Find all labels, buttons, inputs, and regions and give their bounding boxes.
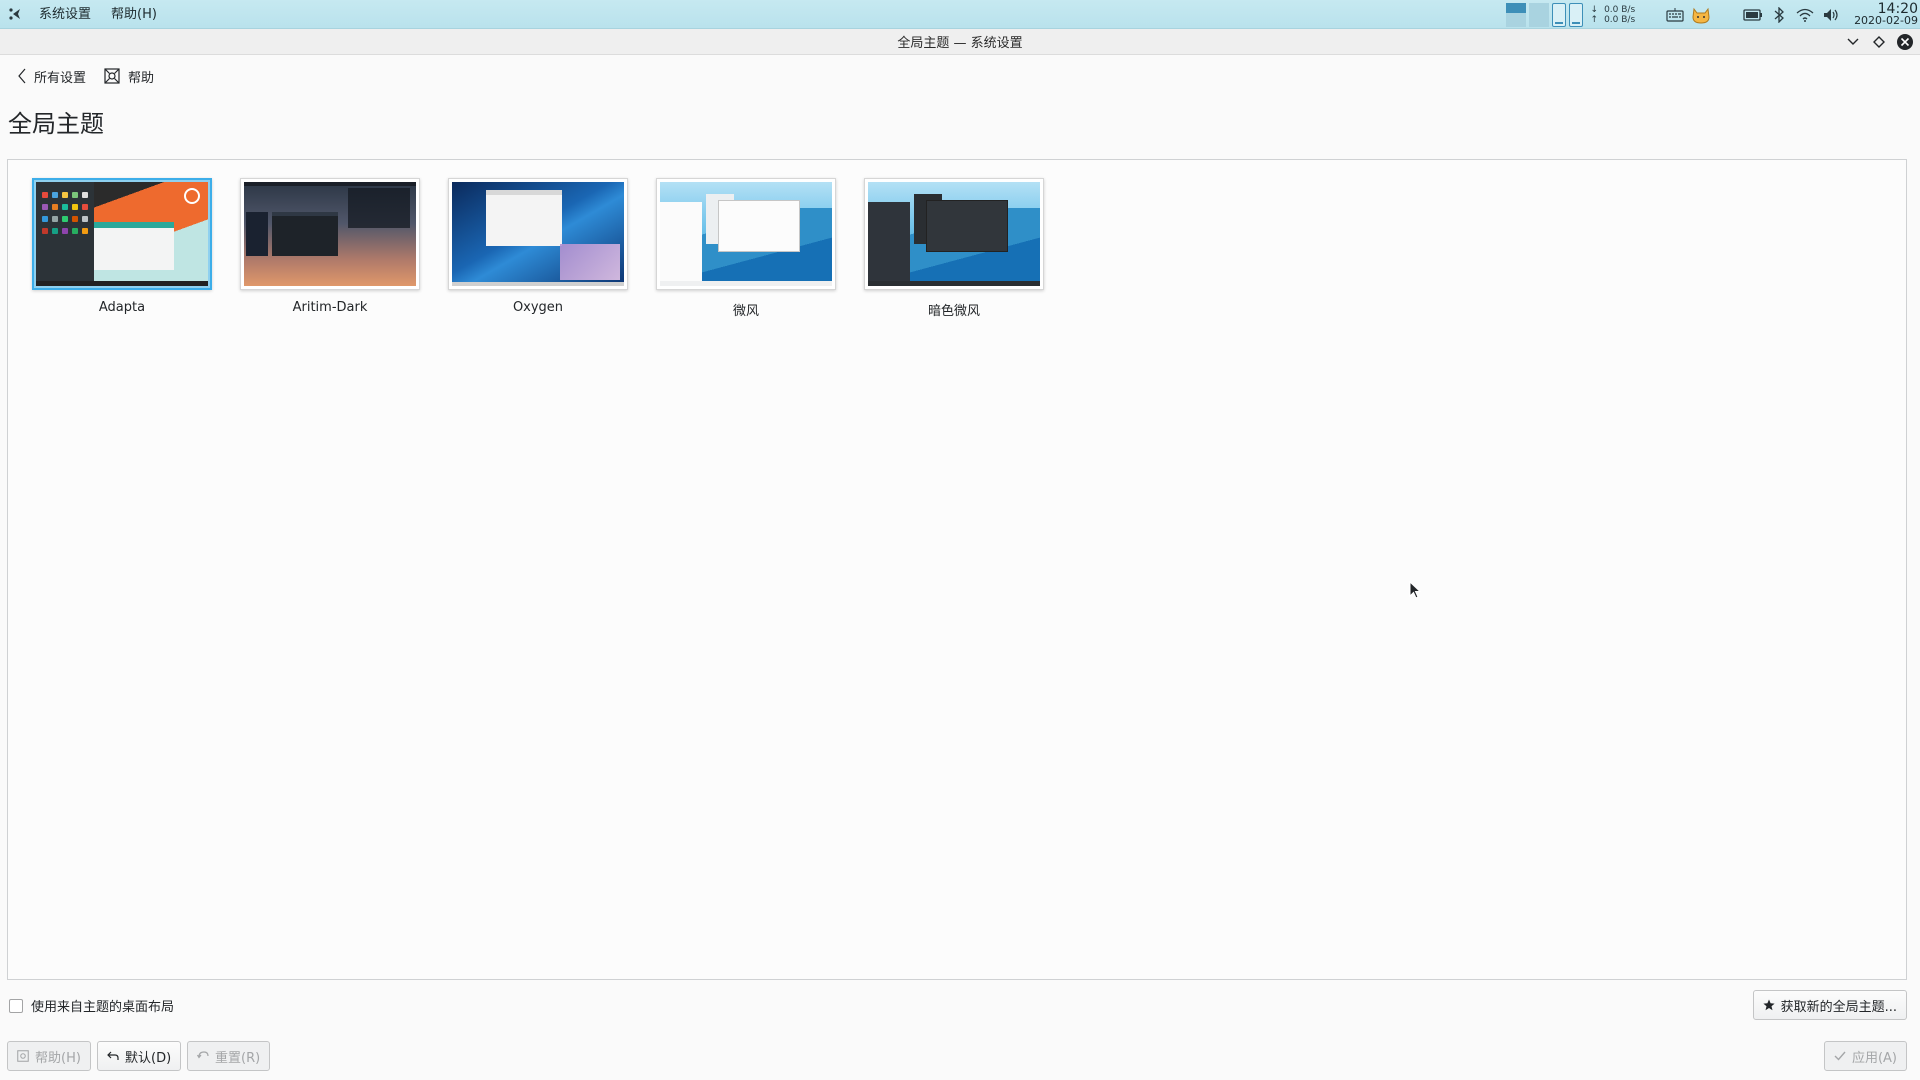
theme-tile-breeze-dark[interactable]: 暗色微风 [864,178,1044,319]
virtual-desktop-pager[interactable] [1505,2,1583,27]
help-lifebuoy-icon [104,68,120,84]
star-icon [1762,999,1775,1011]
mouse-cursor-icon [1409,580,1422,603]
window-titlebar[interactable]: 全局主题 — 系统设置 [0,29,1920,55]
maximize-button[interactable] [1870,33,1888,51]
help-button-label: 帮助(H) [35,1050,81,1066]
back-label: 所有设置 [34,70,87,86]
theme-tile-breeze[interactable]: 微风 [656,178,836,319]
keyboard-icon[interactable] [1665,5,1685,25]
top-panel: 系统设置 帮助(H) ↓ ↑ 0.0 B/s 0.0 B/s 14:20 202… [0,0,1920,29]
get-new-themes-label: 获取新的全局主题... [1780,999,1897,1015]
desktop-2[interactable] [1528,2,1549,27]
theme-preview-frame [32,178,212,290]
menu-help[interactable]: 帮助(H) [101,0,167,29]
chevron-down-icon [1847,38,1859,45]
net-arrows-icon: ↓ ↑ [1590,4,1599,25]
defaults-button-label: 默认(D) [125,1050,172,1066]
clock-date: 2020-02-09 [1854,13,1918,27]
reset-button-label: 重置(R) [215,1050,261,1066]
defaults-button[interactable]: 默认(D) [97,1041,182,1071]
battery-icon[interactable] [1743,5,1763,25]
bluetooth-icon[interactable] [1769,5,1789,25]
global-menu: 系统设置 帮助(H) [29,0,167,29]
digital-clock[interactable]: 14:20 2020-02-09 [1854,0,1918,27]
back-to-all-settings-button[interactable]: 所有设置 [12,64,92,88]
help-nav-button[interactable]: 帮助 [98,64,160,88]
theme-tile-oxygen[interactable]: Oxygen [448,178,628,315]
minimize-button[interactable] [1844,33,1862,51]
apply-button[interactable]: 应用(A) [1823,1041,1907,1071]
wifi-icon[interactable] [1795,5,1815,25]
close-icon [1897,34,1913,50]
reset-button[interactable]: 重置(R) [187,1041,271,1071]
menu-system-settings[interactable]: 系统设置 [29,0,101,29]
page-title: 全局主题 [8,110,104,138]
desktop-1[interactable] [1505,2,1526,27]
use-theme-layout-checkbox[interactable] [9,998,23,1013]
window-title: 全局主题 — 系统设置 [897,36,1023,51]
undo-arrow-icon [107,1051,119,1060]
help-nav-label: 帮助 [128,70,155,86]
use-theme-layout-option[interactable]: 使用来自主题的桌面布局 [9,996,174,1015]
cat-icon[interactable] [1691,5,1711,25]
network-speed: 0.0 B/s 0.0 B/s [1604,5,1638,25]
theme-preview-image [244,182,416,286]
reset-arrow-icon [197,1051,209,1059]
theme-preview-image [452,182,624,286]
theme-grid: Adapta Aritim-Dark Oxygen 微风 暗色微风 [7,159,1907,980]
theme-name: Aritim-Dark [292,300,368,315]
help-lifebuoy-icon [17,1050,29,1062]
theme-preview-frame [240,178,420,290]
use-theme-layout-label: 使用来自主题的桌面布局 [31,1000,175,1015]
theme-preview-frame [864,178,1044,290]
clock-time: 14:20 [1877,0,1918,17]
theme-preview-frame [656,178,836,290]
window-controls [1844,29,1914,55]
theme-preview-image [868,182,1040,286]
theme-tile-adapta[interactable]: Adapta [32,178,212,315]
theme-name: Oxygen [512,300,564,315]
window-2-task[interactable] [1568,2,1583,27]
theme-name: 暗色微风 [927,304,980,319]
help-button[interactable]: 帮助(H) [7,1041,91,1071]
apply-button-label: 应用(A) [1851,1050,1897,1066]
net-up-speed: 0.0 B/s [1604,14,1636,25]
system-tray: ↓ ↑ 0.0 B/s 0.0 B/s 14:20 2020-02-09 [1505,0,1920,29]
theme-tile-aritim-dark[interactable]: Aritim-Dark [240,178,420,315]
theme-name: Adapta [98,300,146,315]
theme-preview-image [660,182,832,286]
app-launcher-icon[interactable] [1,0,29,29]
net-down-speed: 0.0 B/s [1604,4,1636,15]
checkmark-icon [1834,1051,1846,1061]
theme-preview-image [36,182,208,286]
get-new-themes-button[interactable]: 获取新的全局主题... [1752,990,1907,1020]
chevron-left-icon [18,68,26,84]
window-1-task[interactable] [1551,2,1566,27]
close-button[interactable] [1896,33,1914,51]
volume-icon[interactable] [1821,5,1841,25]
diamond-icon [1873,36,1885,48]
navigation-bar: 所有设置 帮助 [12,64,160,88]
theme-name: 微风 [732,304,759,319]
theme-preview-frame [448,178,628,290]
